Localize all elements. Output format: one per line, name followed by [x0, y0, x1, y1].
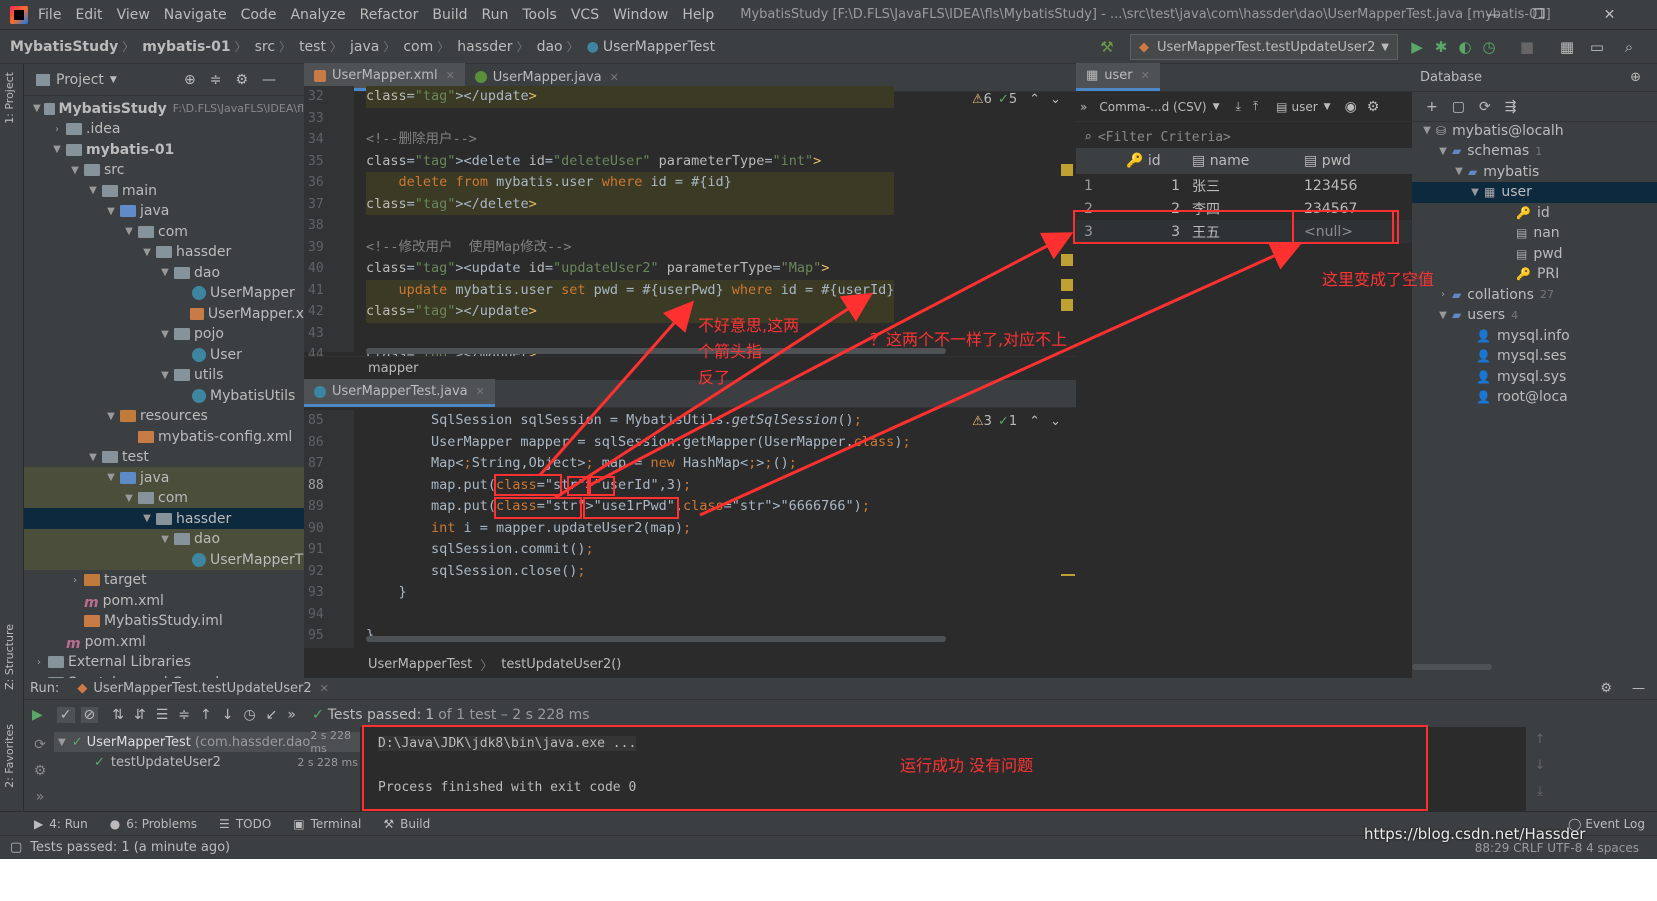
annotation-text: 这里变成了空值 — [1322, 270, 1435, 289]
annotation-arrows — [538, 232, 1302, 517]
annotation-text: ？这两个不一样了,对应不上 — [870, 330, 1068, 349]
annotation-text: 运行成功 没有问题 — [900, 756, 1034, 775]
annotation-text: 不好意思,这两 — [698, 316, 800, 335]
annotation-text: 个箭头指 — [698, 342, 763, 361]
annotation-text: 反了 — [698, 368, 731, 387]
arrow-userid — [538, 300, 694, 476]
arrow-row3 — [589, 232, 1074, 487]
